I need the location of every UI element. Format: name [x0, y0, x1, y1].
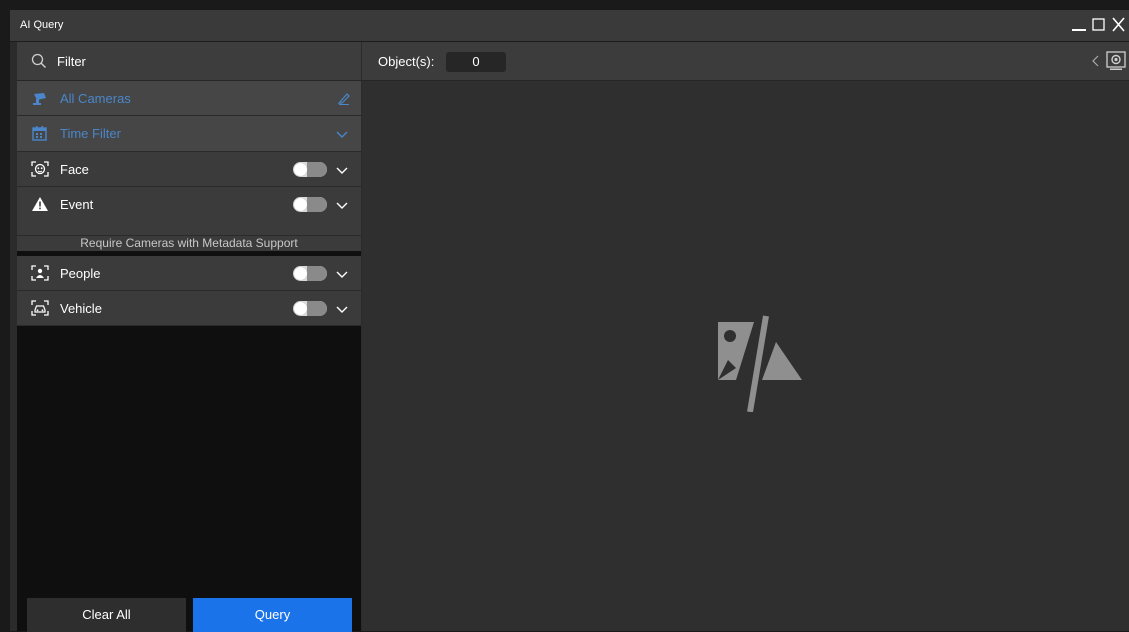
section-label: Vehicle [60, 301, 102, 316]
search-icon [31, 53, 47, 72]
face-icon [31, 161, 49, 177]
no-image-icon [706, 302, 806, 415]
objects-count: 0 [446, 52, 506, 72]
section-label: People [60, 266, 101, 281]
results-header: Object(s): 0 [362, 42, 1129, 81]
results-panel: Object(s): 0 [362, 42, 1129, 631]
title-bar: AI Query [10, 10, 1129, 42]
vehicle-icon [31, 300, 49, 316]
section-label: Face [60, 162, 89, 177]
ai-query-window: AI Query Filter All Cameras Time Filter … [10, 10, 1129, 632]
section-time-filter[interactable]: Time Filter [17, 116, 361, 152]
filter-bar[interactable]: Filter [17, 42, 361, 81]
chevron-left-icon[interactable] [1091, 54, 1101, 71]
section-people[interactable]: People [17, 256, 361, 291]
metadata-support-note: Require Cameras with Metadata Support [17, 236, 361, 251]
section-label: Time Filter [60, 126, 121, 141]
camera-icon [31, 90, 49, 106]
close-icon[interactable] [1107, 14, 1129, 36]
section-all-cameras[interactable]: All Cameras [17, 81, 361, 116]
objects-label: Object(s): [378, 54, 435, 69]
person-icon [31, 265, 49, 281]
clear-all-button[interactable]: Clear All [27, 598, 186, 632]
chevron-down-icon[interactable] [335, 164, 349, 179]
chevron-down-icon[interactable] [335, 303, 349, 318]
window-title: AI Query [20, 19, 64, 31]
warning-icon [31, 196, 49, 212]
snapshot-icon[interactable] [1106, 51, 1126, 74]
filter-label: Filter [57, 54, 86, 69]
calendar-icon [31, 125, 49, 141]
section-label: All Cameras [60, 91, 131, 106]
section-vehicle[interactable]: Vehicle [17, 291, 361, 326]
face-toggle[interactable] [293, 162, 327, 177]
query-sidebar: Filter All Cameras Time Filter Face Even… [17, 42, 361, 632]
query-button[interactable]: Query [193, 598, 352, 632]
vehicle-toggle[interactable] [293, 301, 327, 316]
chevron-down-icon[interactable] [335, 268, 349, 283]
people-toggle[interactable] [293, 266, 327, 281]
chevron-down-icon[interactable] [335, 128, 349, 143]
section-label: Event [60, 197, 94, 212]
minimize-icon[interactable] [1068, 14, 1090, 36]
edit-icon[interactable] [337, 91, 351, 108]
section-face[interactable]: Face [17, 152, 361, 187]
event-toggle[interactable] [293, 197, 327, 212]
chevron-down-icon[interactable] [335, 199, 349, 214]
section-event[interactable]: Event [17, 187, 361, 236]
